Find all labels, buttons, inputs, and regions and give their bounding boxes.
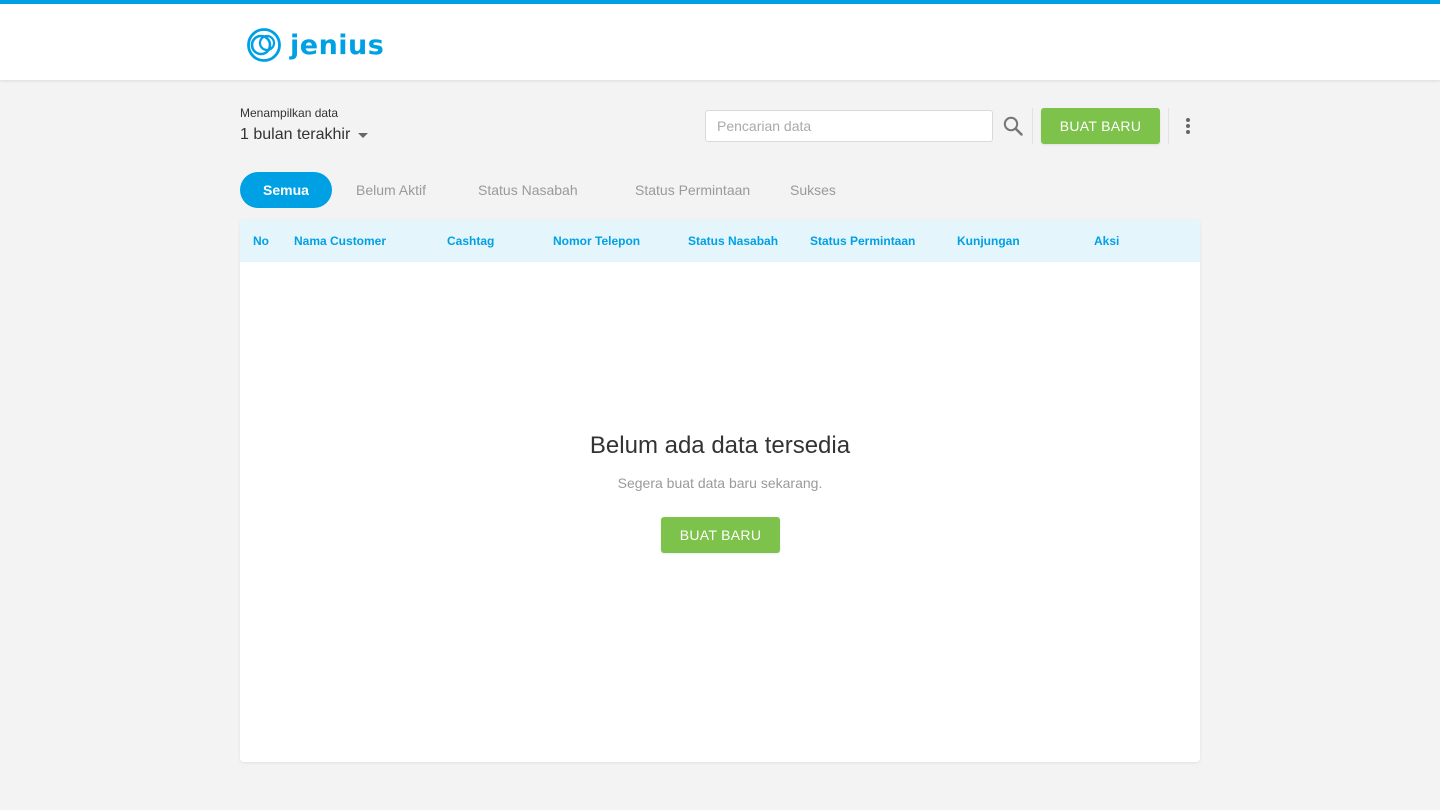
column-header-nama-customer[interactable]: Nama Customer bbox=[294, 220, 386, 262]
column-header-aksi: Aksi bbox=[1094, 234, 1120, 248]
more-vertical-icon[interactable] bbox=[1178, 114, 1198, 138]
toolbar-divider bbox=[1032, 108, 1033, 144]
column-header-status-nasabah[interactable]: Status Nasabah bbox=[688, 220, 778, 262]
empty-state-create-button[interactable]: BUAT BARU bbox=[661, 517, 780, 553]
table-header: No Nama Customer Cashtag Nomor Telepon S… bbox=[240, 220, 1200, 262]
jenius-logo-icon bbox=[247, 28, 281, 62]
jenius-logo-text: jenius bbox=[290, 29, 385, 61]
search-icon[interactable] bbox=[1001, 114, 1025, 138]
create-new-button[interactable]: BUAT BARU bbox=[1041, 108, 1160, 144]
empty-state-title: Belum ada data tersedia bbox=[589, 432, 851, 459]
column-header-no[interactable]: No bbox=[253, 220, 269, 262]
tab-status-nasabah[interactable]: Status Nasabah bbox=[478, 172, 578, 208]
filter-label: Menampilkan data bbox=[240, 106, 339, 120]
chevron-down-icon bbox=[358, 132, 369, 138]
top-bar: jenius bbox=[0, 0, 1440, 80]
data-table-card: No Nama Customer Cashtag Nomor Telepon S… bbox=[240, 220, 1200, 762]
empty-state-subtitle: Segera buat data baru sekarang. bbox=[617, 475, 823, 491]
search-input[interactable] bbox=[705, 110, 993, 142]
column-header-kunjungan[interactable]: Kunjungan bbox=[957, 220, 1020, 262]
period-dropdown-value: 1 bulan terakhir bbox=[240, 126, 351, 143]
tab-sukses[interactable]: Sukses bbox=[790, 172, 836, 208]
period-dropdown[interactable]: 1 bulan terakhir bbox=[240, 126, 369, 144]
column-header-nomor-telepon[interactable]: Nomor Telepon bbox=[553, 220, 640, 262]
tab-belum-aktif[interactable]: Belum Aktif bbox=[356, 172, 426, 208]
jenius-logo[interactable]: jenius bbox=[246, 28, 384, 62]
column-header-cashtag[interactable]: Cashtag bbox=[447, 220, 494, 262]
tab-status-permintaan[interactable]: Status Permintaan bbox=[635, 172, 750, 208]
column-header-status-permintaan[interactable]: Status Permintaan bbox=[810, 220, 915, 262]
toolbar-divider bbox=[1168, 108, 1169, 144]
tab-semua[interactable]: Semua bbox=[240, 172, 332, 208]
